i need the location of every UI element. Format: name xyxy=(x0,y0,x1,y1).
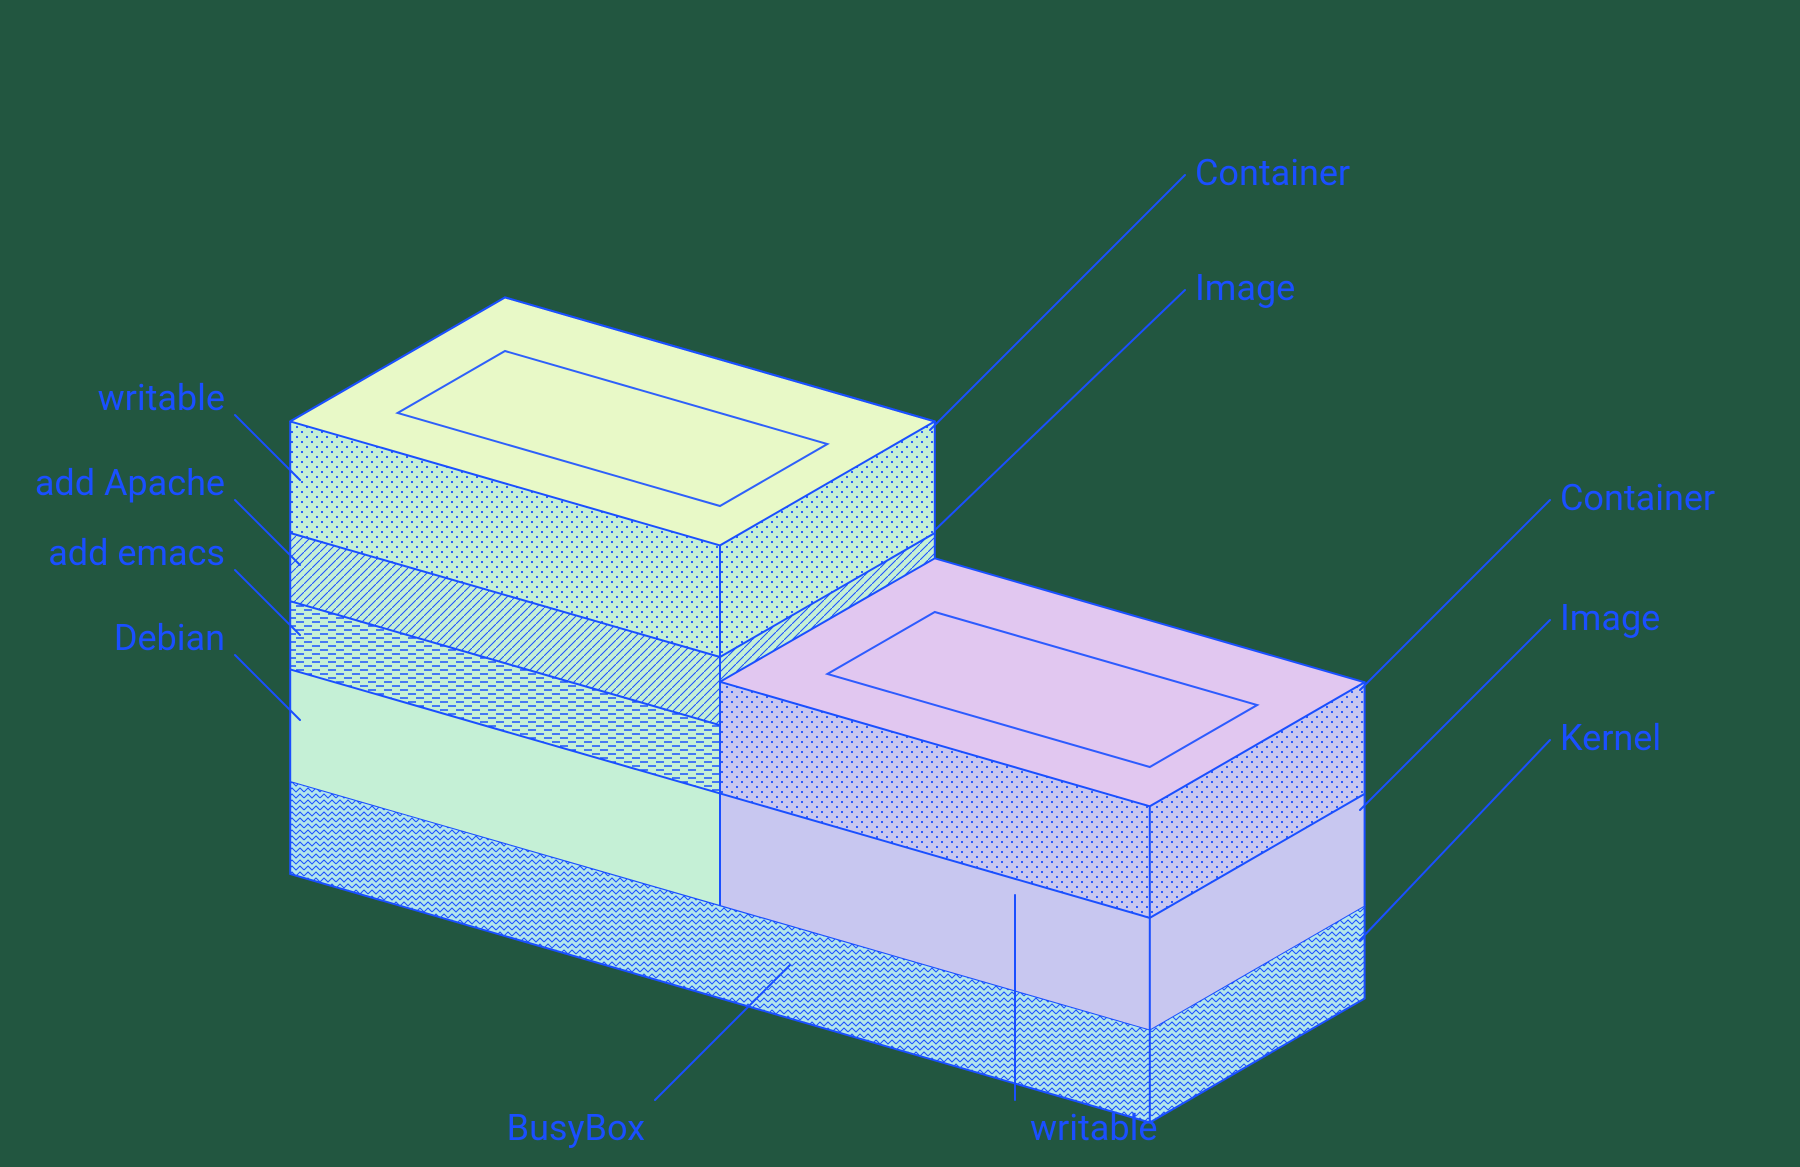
label-add-emacs: add emacs xyxy=(48,532,225,574)
label-container-left: Container xyxy=(1195,152,1350,194)
label-writable-left: writable xyxy=(98,377,225,419)
label-add-apache: add Apache xyxy=(35,462,225,504)
label-busybox: BusyBox xyxy=(507,1107,645,1149)
label-debian: Debian xyxy=(114,617,225,659)
label-image-right: Image xyxy=(1560,597,1660,639)
label-writable-right: writable xyxy=(1030,1107,1157,1149)
label-container-right: Container xyxy=(1560,477,1715,519)
label-image-left: Image xyxy=(1195,267,1295,309)
architecture-diagram: Container Image Container Image Kernel w… xyxy=(0,0,1800,1167)
label-kernel: Kernel xyxy=(1560,717,1661,759)
